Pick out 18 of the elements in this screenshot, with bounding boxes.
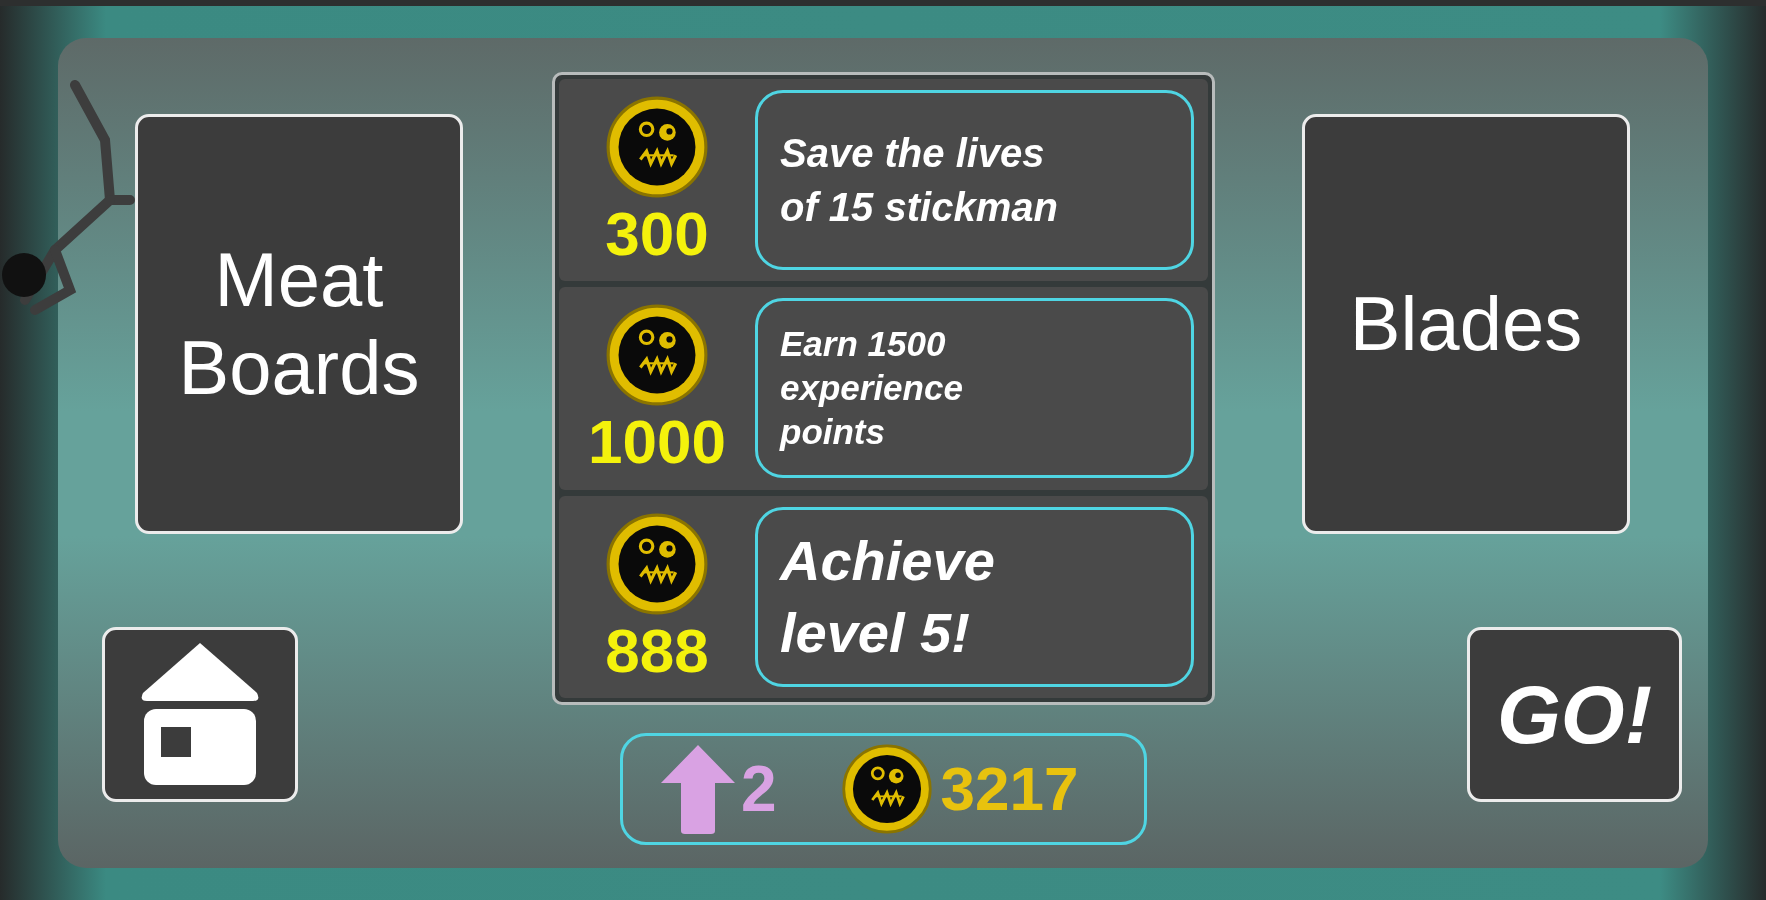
up-arrow-icon <box>659 743 737 835</box>
go-button[interactable]: GO! <box>1467 627 1682 802</box>
coin-icon <box>605 511 709 616</box>
quest-description: Achieve level 5! <box>755 506 1194 687</box>
meat-boards-button[interactable]: Meat Boards <box>135 114 463 534</box>
quest-description: Save the lives of 15 stickman <box>755 90 1194 271</box>
home-icon <box>139 642 261 787</box>
reward-amount: 888 <box>605 619 709 682</box>
coin-icon <box>840 743 933 835</box>
reward-amount: 300 <box>605 203 709 266</box>
home-button[interactable] <box>102 627 298 802</box>
coin-count: 3217 <box>940 758 1079 820</box>
coin-icon <box>605 95 709 200</box>
quest-description: Earn 1500 experience points <box>755 298 1194 479</box>
blades-button[interactable]: Blades <box>1302 114 1630 534</box>
level-count: 2 <box>741 757 777 821</box>
reward-amount: 1000 <box>588 411 726 474</box>
coin-icon <box>605 303 709 408</box>
